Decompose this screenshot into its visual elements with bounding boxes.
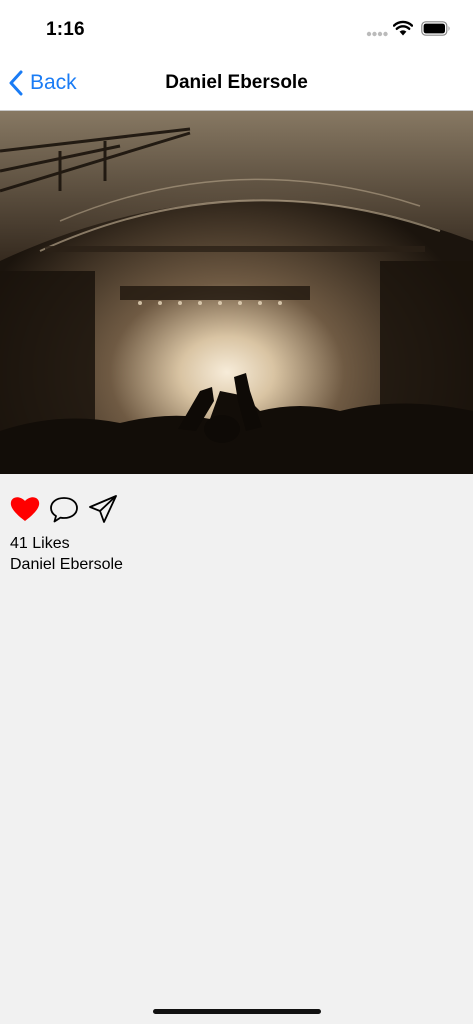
navigation-bar: Back Daniel Ebersole	[0, 56, 473, 111]
post-author: Daniel Ebersole	[10, 556, 123, 573]
page-title: Daniel Ebersole	[165, 72, 308, 93]
cellular-signal-icon	[366, 31, 388, 37]
status-time: 1:16	[46, 19, 85, 40]
battery-icon	[421, 21, 450, 36]
likes-count: 41 Likes	[10, 535, 70, 552]
status-bar: 1:16	[0, 0, 473, 56]
wifi-icon	[393, 20, 413, 36]
heart-icon[interactable]	[9, 493, 41, 525]
home-indicator[interactable]	[153, 1009, 321, 1014]
post-photo	[0, 111, 473, 474]
paper-plane-icon[interactable]	[87, 493, 119, 525]
post-actions	[9, 493, 126, 525]
comment-bubble-icon[interactable]	[48, 493, 80, 525]
